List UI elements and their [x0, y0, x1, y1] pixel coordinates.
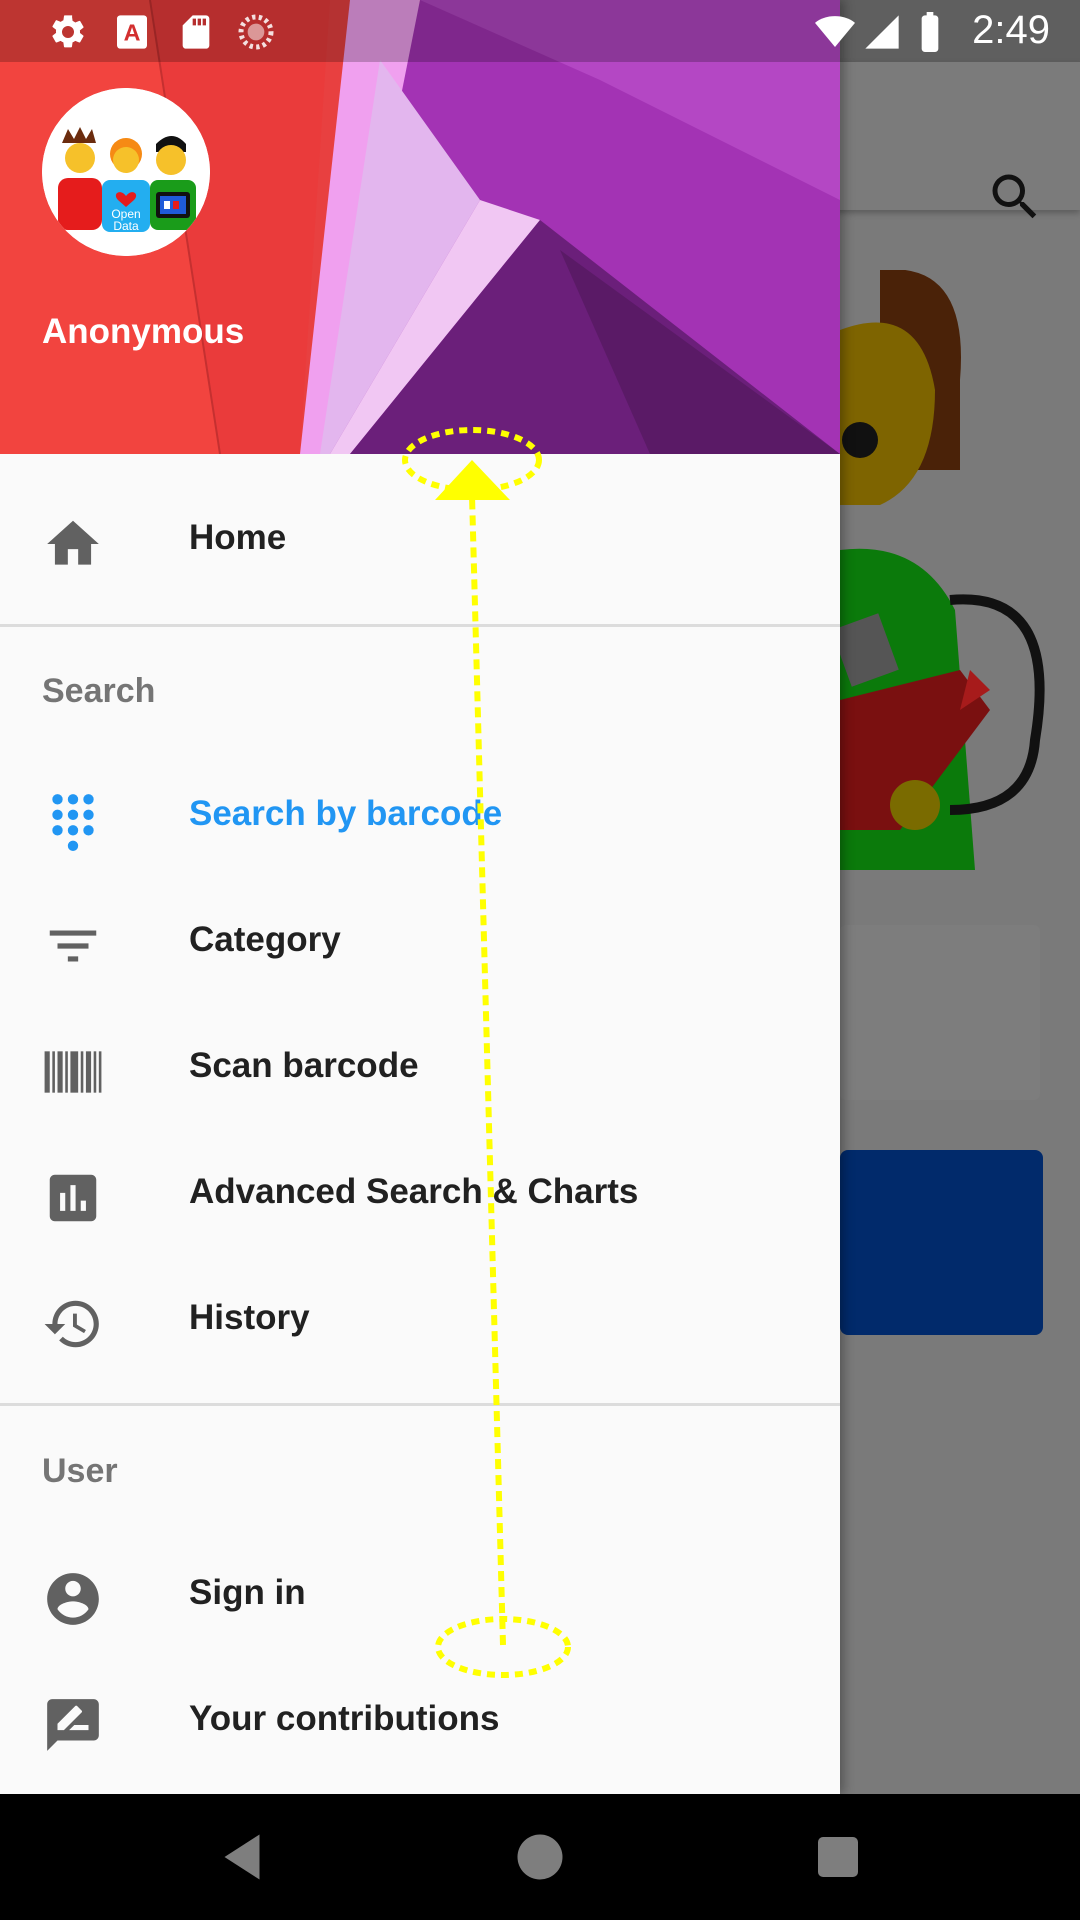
status-bar: A 2:49 [0, 0, 1080, 62]
svg-text:A: A [124, 19, 141, 45]
drawer-item-label: Home [189, 518, 287, 557]
navigation-drawer: Open Data Anonymous Home Search Search b… [0, 0, 840, 1794]
drawer-item-label: Your contributions [189, 1699, 500, 1738]
drawer-item-history[interactable]: History [0, 1266, 840, 1376]
divider [0, 1403, 840, 1406]
cell-signal-icon [865, 15, 899, 49]
sd-card-icon [182, 15, 210, 49]
drawer-item-label: Scan barcode [189, 1046, 419, 1085]
mascot-illustration [840, 270, 1045, 870]
history-icon [44, 1300, 99, 1348]
drawer-item-label: History [189, 1298, 310, 1337]
section-title-user: User [42, 1452, 118, 1490]
rate-review-icon [47, 1699, 99, 1751]
divider [0, 624, 840, 627]
drawer-item-label: Category [189, 920, 341, 959]
home-circle-icon[interactable] [510, 1827, 570, 1887]
drawer-item-sign-in[interactable]: Sign in [0, 1541, 840, 1651]
drawer-item-home[interactable]: Home [0, 486, 840, 596]
system-navigation-bar [0, 1794, 1080, 1920]
user-name: Anonymous [42, 312, 245, 351]
section-title-search: Search [42, 672, 156, 710]
drawer-item-category[interactable]: Category [0, 888, 840, 998]
filter-icon [49, 930, 97, 962]
drawer-item-advanced-search[interactable]: Advanced Search & Charts [0, 1140, 840, 1250]
clock: 2:49 [972, 8, 1050, 52]
search-icon[interactable] [985, 167, 1045, 227]
back-icon[interactable] [212, 1827, 272, 1887]
user-avatar[interactable]: Open Data [42, 88, 210, 256]
bar-chart-icon [49, 1174, 97, 1222]
drawer-header: Open Data Anonymous [0, 0, 840, 454]
drawer-item-search-by-barcode[interactable]: Search by barcode [0, 762, 840, 872]
drawer-item-label: Advanced Search & Charts [189, 1172, 639, 1211]
drawer-item-scan-barcode[interactable]: Scan barcode [0, 1014, 840, 1124]
barcode-icon [44, 1051, 102, 1093]
battery-icon [921, 12, 939, 52]
drawer-item-label: Sign in [189, 1573, 306, 1612]
account-circle-icon [47, 1573, 99, 1625]
settings-icon [52, 15, 84, 48]
recents-icon[interactable] [808, 1827, 868, 1887]
svg-text:Data: Data [113, 219, 139, 233]
loading-icon [238, 14, 274, 50]
background-action-button [840, 1150, 1043, 1335]
background-card [840, 925, 1040, 1100]
drawer-item-your-contributions[interactable]: Your contributions [0, 1667, 840, 1777]
home-icon [47, 520, 99, 565]
wifi-icon [815, 16, 855, 47]
drawer-item-label: Search by barcode [189, 794, 503, 833]
open-data-people-icon: Open Data [42, 88, 210, 256]
font-a-icon: A [117, 15, 147, 49]
dialpad-icon [52, 794, 94, 851]
